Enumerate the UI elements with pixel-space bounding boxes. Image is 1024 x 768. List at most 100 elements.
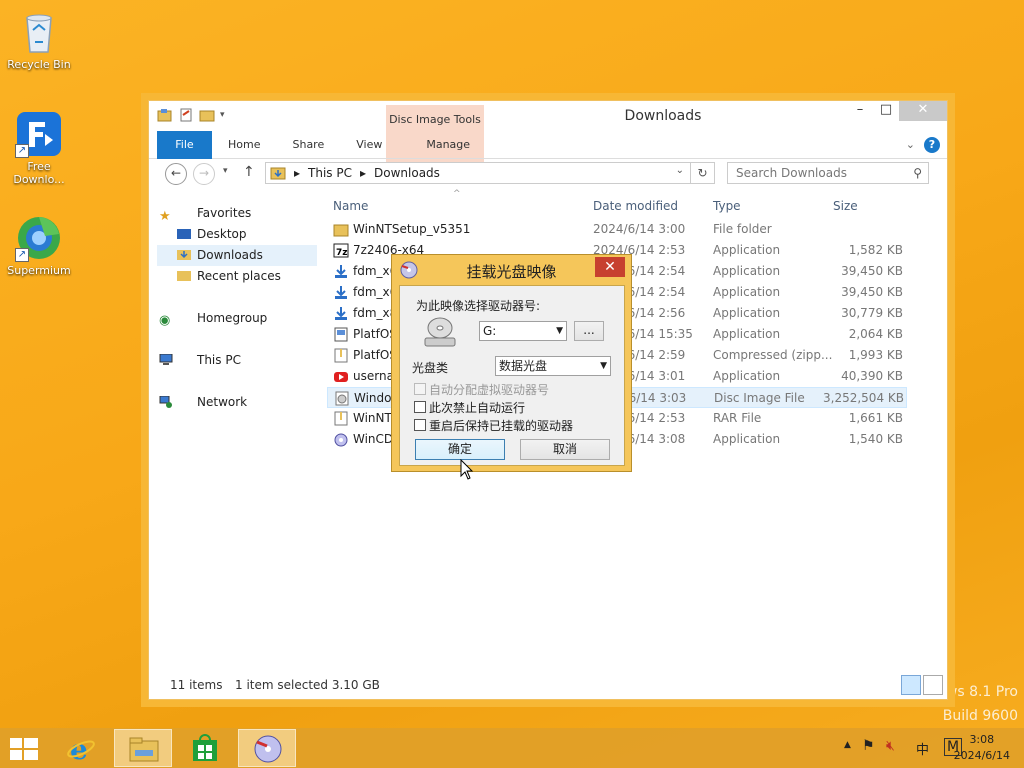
nav-desktop[interactable]: Desktop bbox=[157, 224, 317, 245]
downloads-icon bbox=[177, 250, 191, 260]
show-hidden-icons-icon[interactable]: ▲ bbox=[844, 740, 851, 750]
help-icon[interactable]: ? bbox=[924, 137, 940, 153]
disc-mount-taskbar-button[interactable] bbox=[238, 729, 296, 767]
file-row[interactable]: WinNTSetup_v5351 2024/6/14 3:00 File folde… bbox=[327, 219, 907, 240]
disable-autorun-checkbox[interactable]: 此次禁止自动运行 bbox=[414, 399, 525, 415]
file-size: 40,390 KB bbox=[841, 369, 903, 383]
store-taskbar-button[interactable] bbox=[176, 729, 234, 767]
file-size: 2,064 KB bbox=[848, 327, 903, 341]
archive-file-icon bbox=[333, 411, 349, 426]
download-app-icon bbox=[333, 264, 349, 279]
nav-network-label: Network bbox=[197, 395, 248, 409]
recent-locations-icon[interactable]: ▾ bbox=[223, 166, 228, 176]
tab-file[interactable]: File bbox=[157, 130, 212, 159]
breadcrumb-downloads[interactable]: Downloads bbox=[374, 166, 440, 180]
refresh-icon[interactable]: ↻ bbox=[690, 163, 714, 183]
application-icon bbox=[333, 327, 349, 342]
nav-this-pc-label: This PC bbox=[197, 353, 241, 367]
file-date-modified: 2024/6/14 3:00 bbox=[593, 222, 686, 236]
disc-image-file-icon bbox=[334, 391, 350, 406]
dialog-close-button[interactable]: ✕ bbox=[595, 257, 625, 277]
file-type: RAR File bbox=[713, 411, 762, 425]
column-name[interactable]: Name bbox=[333, 199, 368, 213]
internet-explorer-icon: e bbox=[67, 734, 95, 762]
nav-recent-label: Recent places bbox=[197, 269, 281, 283]
minimize-button[interactable]: – bbox=[847, 101, 873, 121]
drive-letter-value: G: bbox=[483, 324, 497, 338]
explorer-titlebar: ▾ Disc Image Tools Downloads – □ ✕ bbox=[149, 101, 947, 163]
star-icon: ★ bbox=[159, 209, 171, 224]
clock[interactable]: 3:08 2024/6/14 bbox=[954, 732, 1010, 764]
ime-mode-indicator[interactable]: 中 bbox=[916, 739, 929, 758]
column-size[interactable]: Size bbox=[833, 199, 858, 213]
breadcrumb-separator-icon: ▸ bbox=[294, 166, 301, 180]
address-bar[interactable]: ▸ This PC ▸ Downloads ⌄ ↻ bbox=[265, 162, 715, 184]
nav-desktop-label: Desktop bbox=[197, 227, 247, 241]
up-arrow-icon[interactable]: ↑ bbox=[243, 164, 255, 180]
column-date-modified[interactable]: Date modified bbox=[593, 199, 678, 213]
close-button[interactable]: ✕ bbox=[899, 101, 947, 121]
file-size: 39,450 KB bbox=[841, 285, 903, 299]
free-download-manager-icon: ↗ bbox=[15, 110, 63, 158]
tab-manage[interactable]: Manage bbox=[410, 131, 486, 159]
svg-text:7z: 7z bbox=[336, 248, 348, 258]
windows-start-icon[interactable] bbox=[10, 738, 38, 760]
volume-muted-icon[interactable]: 🔇︎ bbox=[886, 738, 895, 754]
file-explorer-taskbar-button[interactable] bbox=[114, 729, 172, 767]
nav-downloads[interactable]: Downloads bbox=[157, 245, 317, 266]
large-icons-view-button[interactable] bbox=[923, 675, 943, 695]
disc-type-select[interactable]: 数据光盘 ▼ bbox=[495, 356, 611, 376]
expand-ribbon-icon[interactable]: ⌄ bbox=[906, 138, 915, 151]
tab-share[interactable]: Share bbox=[276, 131, 340, 159]
recycle-bin-desktop-icon[interactable]: Recycle Bin bbox=[4, 8, 74, 71]
file-type: Application bbox=[713, 285, 781, 299]
maximize-button[interactable]: □ bbox=[873, 101, 899, 121]
nav-recent-places[interactable]: Recent places bbox=[157, 266, 317, 287]
7zip-icon: 7z bbox=[333, 243, 349, 258]
status-bar: 11 items 1 item selected 3.10 GB bbox=[149, 671, 947, 699]
search-input[interactable]: Search Downloads ⚲ bbox=[727, 162, 929, 184]
recycle-bin-label: Recycle Bin bbox=[7, 58, 71, 71]
cd-drive-icon bbox=[424, 317, 456, 347]
tab-home[interactable]: Home bbox=[212, 131, 276, 159]
supermium-desktop-icon[interactable]: ↗ Supermium bbox=[4, 214, 74, 277]
free-download-manager-desktop-icon[interactable]: ↗ Free Downlo... bbox=[4, 110, 74, 186]
internet-explorer-taskbar-button[interactable]: e bbox=[52, 729, 110, 767]
nav-network[interactable]: Network bbox=[157, 392, 317, 413]
browse-button[interactable]: ... bbox=[574, 321, 604, 341]
file-type: Application bbox=[713, 243, 781, 257]
breadcrumb-this-pc[interactable]: This PC bbox=[308, 166, 352, 180]
computer-icon bbox=[159, 354, 173, 365]
nav-favorites[interactable]: ★ Favorites bbox=[157, 203, 317, 224]
folder-icon bbox=[333, 222, 349, 237]
selection-info: 1 item selected 3.10 GB bbox=[235, 678, 380, 692]
nav-downloads-label: Downloads bbox=[197, 248, 263, 262]
auto-assign-checkbox[interactable]: 自动分配虚拟驱动器号 bbox=[414, 381, 549, 397]
tab-view[interactable]: View bbox=[340, 131, 398, 159]
keep-after-reboot-checkbox[interactable]: 重启后保持已挂载的驱动器 bbox=[414, 417, 573, 433]
nav-homegroup[interactable]: ◉ Homegroup bbox=[157, 308, 317, 329]
file-size: 1,993 KB bbox=[848, 348, 903, 362]
address-dropdown-icon[interactable]: ⌄ bbox=[676, 165, 684, 176]
nav-this-pc[interactable]: This PC bbox=[157, 350, 317, 371]
back-button[interactable]: ← bbox=[165, 163, 187, 185]
chevron-down-icon: ▼ bbox=[556, 326, 563, 336]
forward-button[interactable]: → bbox=[193, 163, 215, 185]
nav-homegroup-label: Homegroup bbox=[197, 311, 268, 325]
cancel-button[interactable]: 取消 bbox=[520, 439, 610, 460]
free-download-manager-label: Free Downlo... bbox=[13, 160, 65, 186]
search-icon[interactable]: ⚲ bbox=[913, 163, 922, 183]
action-center-icon[interactable]: ⚑ bbox=[862, 738, 875, 754]
address-row: ← → ▾ ↑ ▸ This PC ▸ Downloads ⌄ ↻ Search… bbox=[149, 159, 947, 189]
shortcut-arrow-icon: ↗ bbox=[15, 144, 29, 158]
archive-file-icon bbox=[333, 348, 349, 363]
details-view-button[interactable] bbox=[901, 675, 921, 695]
file-size: 39,450 KB bbox=[841, 264, 903, 278]
drive-letter-select[interactable]: G: ▼ bbox=[479, 321, 567, 341]
checkbox-box bbox=[414, 383, 426, 395]
windows-store-icon bbox=[193, 734, 217, 761]
ok-button[interactable]: 确定 bbox=[415, 439, 505, 460]
download-app-icon bbox=[333, 306, 349, 321]
column-type[interactable]: Type bbox=[713, 199, 741, 213]
window-title: Downloads bbox=[624, 108, 702, 124]
